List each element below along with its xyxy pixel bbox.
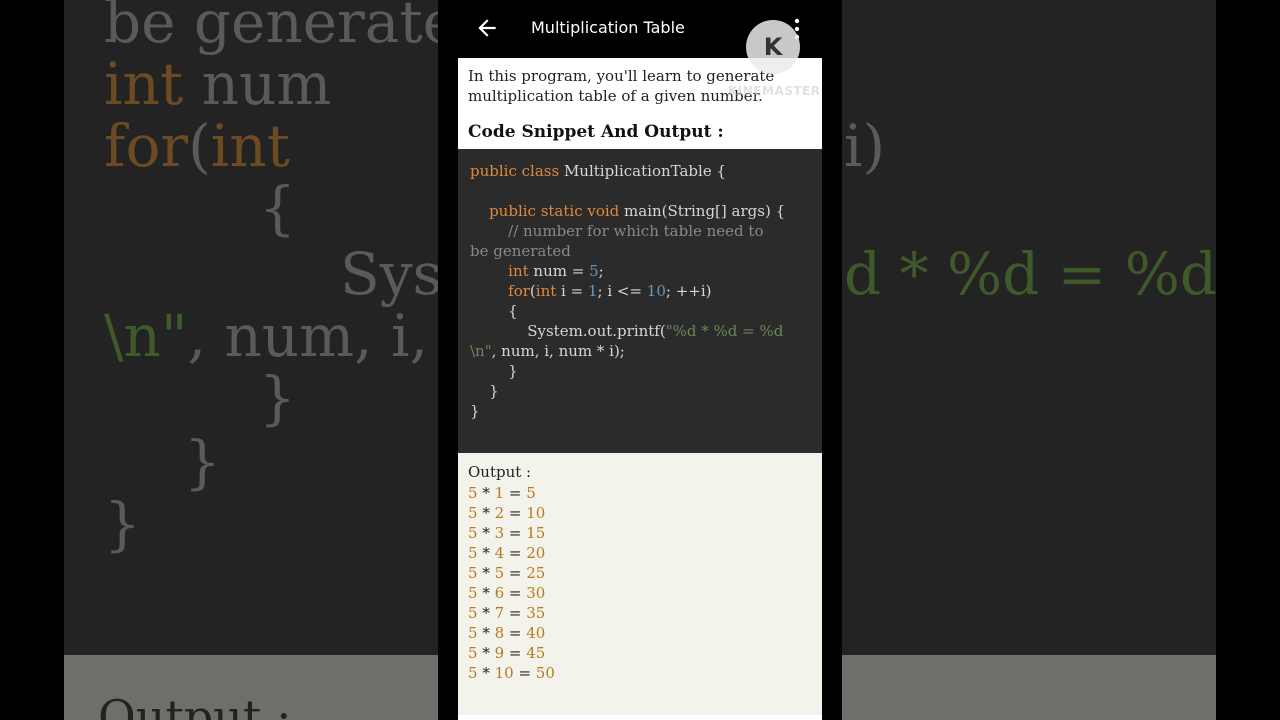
background-code-line: for(int — [104, 112, 290, 180]
output-operator: * — [477, 624, 495, 642]
code-line: } — [470, 402, 480, 420]
background-code-line: d * %d = %d — [844, 240, 1216, 308]
code-line: for(int i = 1; i <= 10; ++i) — [508, 282, 712, 300]
output-value: 15 — [526, 524, 546, 542]
output-value: 5 — [468, 564, 478, 582]
background-code-line: i) — [844, 112, 886, 180]
background-code-line: { — [259, 174, 296, 242]
code-line: \n", num, i, num * i); — [470, 342, 625, 360]
output-line: 5 * 9 = 45 — [468, 643, 545, 663]
output-line: 5 * 5 = 25 — [468, 563, 545, 583]
background-output-label: Output : — [98, 690, 292, 720]
code-line: } — [470, 382, 499, 400]
output-operator: * — [477, 544, 495, 562]
output-value: 40 — [526, 624, 546, 642]
output-value: 3 — [494, 524, 505, 542]
output-value: 1 — [494, 484, 505, 502]
output-operator: = — [504, 524, 527, 542]
output-value: 5 — [468, 624, 478, 642]
output-operator: = — [504, 624, 527, 642]
output-value: 9 — [494, 644, 505, 662]
output-value: 5 — [526, 484, 536, 502]
output-operator: = — [504, 644, 527, 662]
output-line: 5 * 4 = 20 — [468, 543, 545, 563]
code-line: { — [470, 302, 518, 320]
output-operator: * — [477, 604, 495, 622]
background-code-line: be generated — [104, 0, 495, 56]
code-line: public static void main(String[] args) { — [489, 202, 786, 220]
output-value: 5 — [468, 484, 478, 502]
output-line: 5 * 3 = 15 — [468, 523, 545, 543]
output-line: 5 * 2 = 10 — [468, 503, 545, 523]
background-code-line: } — [184, 428, 221, 496]
code-line: public class MultiplicationTable { — [470, 162, 727, 180]
output-operator: = — [504, 564, 527, 582]
output-line: 5 * 7 = 35 — [468, 603, 545, 623]
output-value: 4 — [494, 544, 505, 562]
output-operator: = — [504, 604, 527, 622]
output-operator: * — [477, 524, 495, 542]
output-label: Output : — [468, 463, 532, 481]
output-value: 10 — [494, 664, 514, 682]
output-value: 5 — [468, 524, 478, 542]
watermark-text: KINEMASTER — [728, 84, 821, 98]
output-operator: * — [477, 664, 495, 682]
code-line: } — [470, 362, 518, 380]
page-title: Multiplication Table — [531, 18, 685, 37]
output-value: 7 — [494, 604, 505, 622]
output-operator: * — [477, 484, 495, 502]
phone-screen: Multiplication Table In this program, yo… — [438, 0, 842, 720]
output-value: 5 — [494, 564, 505, 582]
output-operator: = — [504, 504, 527, 522]
output-value: 20 — [526, 544, 546, 562]
output-value: 2 — [494, 504, 505, 522]
output-operator: = — [504, 584, 527, 602]
code-comment: be generated — [470, 242, 571, 260]
logo-letter: K — [763, 33, 783, 61]
output-operator: = — [513, 664, 536, 682]
output-operator: * — [477, 644, 495, 662]
output-value: 10 — [526, 504, 546, 522]
output-value: 8 — [494, 624, 505, 642]
output-value: 30 — [526, 584, 546, 602]
output-value: 5 — [468, 544, 478, 562]
article-content: In this program, you'll learn to generat… — [458, 58, 822, 720]
code-line: int num = 5; — [508, 262, 604, 280]
output-value: 5 — [468, 504, 478, 522]
output-operator: * — [477, 564, 495, 582]
code-comment: // number for which table need to — [470, 222, 764, 240]
output-value: 35 — [526, 604, 546, 622]
code-line: System.out.printf("%d * %d = %d — [470, 322, 784, 340]
output-value: 50 — [535, 664, 555, 682]
output-operator: * — [477, 584, 495, 602]
output-value: 5 — [468, 644, 478, 662]
output-operator: * — [477, 504, 495, 522]
background-code-line: } — [104, 490, 141, 558]
background-code-line: int num — [104, 50, 332, 118]
output-line: 5 * 1 = 5 — [468, 483, 536, 503]
output-line: 5 * 6 = 30 — [468, 583, 545, 603]
output-line: 5 * 10 = 50 — [468, 663, 555, 683]
code-snippet: public class MultiplicationTable { publi… — [458, 149, 822, 453]
output-value: 5 — [468, 664, 478, 682]
output-line: 5 * 8 = 40 — [468, 623, 545, 643]
output-value: 5 — [468, 604, 478, 622]
background-code-line: } — [259, 364, 296, 432]
output-value: 5 — [468, 584, 478, 602]
output-value: 6 — [494, 584, 505, 602]
arrow-left-icon[interactable] — [474, 15, 500, 41]
section-heading: Code Snippet And Output : — [468, 122, 724, 142]
output-operator: = — [504, 544, 527, 562]
output-panel: Output : 5 * 1 = 55 * 2 = 10 5 * 3 = 15 5 … — [458, 453, 822, 715]
output-operator: = — [504, 484, 527, 502]
output-value: 25 — [526, 564, 546, 582]
kinemaster-logo: K — [746, 20, 800, 74]
output-value: 45 — [526, 644, 546, 662]
